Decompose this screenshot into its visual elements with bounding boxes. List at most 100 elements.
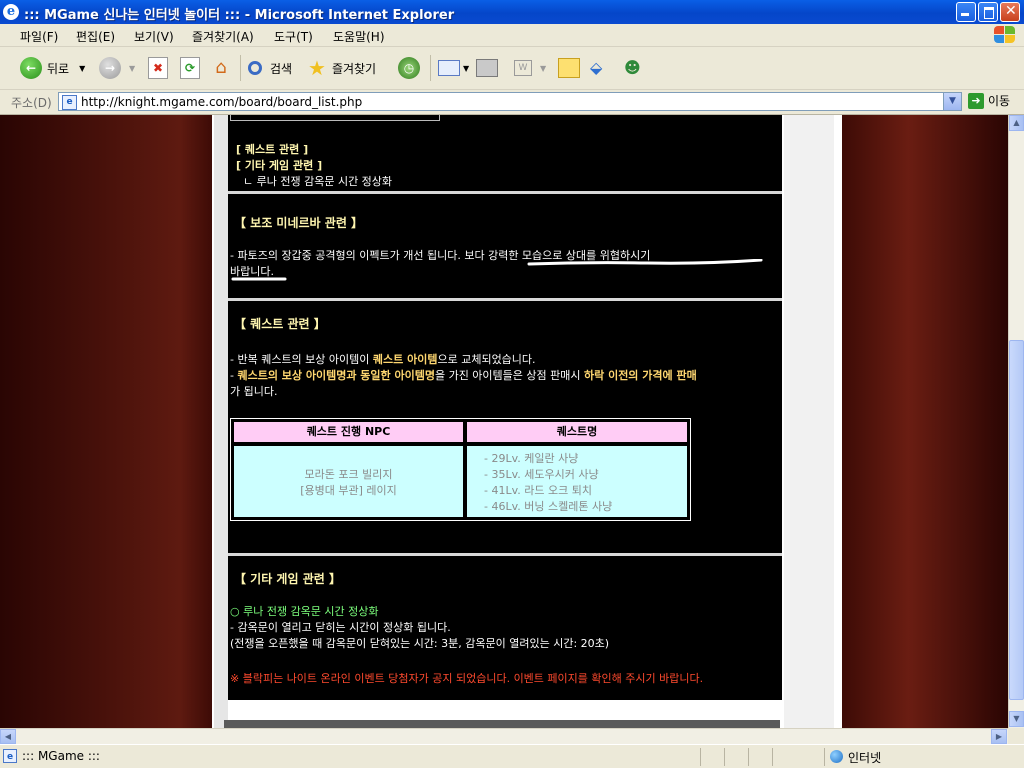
menu-help[interactable]: 도움말(H) (333, 28, 385, 45)
menu-view[interactable]: 보기(V) (134, 28, 174, 45)
home-button[interactable]: ⌂ (210, 57, 232, 79)
go-button[interactable]: ➜ 이동 (968, 92, 1010, 109)
messenger-button[interactable]: ☻ (624, 57, 646, 79)
toc-box-frame (230, 115, 440, 121)
messenger-icon: ☻ (624, 58, 641, 77)
menu-tools[interactable]: 도구(T) (274, 28, 313, 45)
back-dropdown-icon[interactable]: ▼ (79, 64, 85, 73)
menu-favorites[interactable]: 즐겨찾기(A) (192, 28, 254, 45)
scroll-left-icon[interactable]: ◀ (0, 729, 16, 744)
close-button[interactable]: ✕ (1000, 2, 1020, 22)
toc-quest-link[interactable]: [ 퀘스트 관련 ] (236, 141, 308, 157)
menu-bar: 파일(F) 편집(E) 보기(V) 즐겨찾기(A) 도구(T) 도움말(H) (0, 24, 1024, 47)
scroll-up-icon[interactable]: ▲ (1009, 115, 1024, 131)
etc-line2: (전쟁을 오픈했을 때 감옥문이 닫혀있는 시간: 3분, 감옥문이 열려있는 … (230, 637, 610, 650)
maximize-button[interactable] (978, 2, 998, 22)
edit-icon: W (514, 60, 532, 76)
search-button[interactable]: 검색 (248, 57, 292, 79)
scroll-down-icon[interactable]: ▼ (1009, 711, 1024, 727)
title-bar: e ::: MGame 신나는 인터넷 놀이터 ::: - Microsoft … (0, 0, 1024, 24)
quest-item: - 35Lv. 세도우시커 사냥 (484, 468, 599, 481)
favorites-label: 즐겨찾기 (331, 61, 377, 76)
discuss-button[interactable] (558, 57, 580, 79)
favorites-button[interactable]: ★ 즐겨찾기 (308, 57, 376, 79)
close-icon: ✕ (1005, 3, 1017, 19)
vertical-scrollbar[interactable]: ▲ ▼ (1008, 115, 1024, 728)
page-status-icon: e (3, 749, 17, 763)
npc-name: [용병대 부관] 레이지 (300, 484, 397, 497)
toc-etc-sub: ㄴ 루나 전쟁 감옥문 시간 정상화 (243, 175, 393, 188)
refresh-icon: ⟳ (180, 57, 200, 79)
forward-button[interactable]: → ▼ (99, 57, 135, 79)
status-bar: e ::: MGame ::: 인터넷 (0, 744, 1024, 768)
scroll-right-icon[interactable]: ▶ (991, 729, 1007, 744)
print-button[interactable] (476, 57, 498, 79)
window-title: ::: MGame 신나는 인터넷 놀이터 ::: - Microsoft In… (24, 8, 455, 23)
forward-dropdown-icon[interactable]: ▼ (129, 64, 135, 73)
globe-icon (830, 750, 843, 763)
windows-logo-icon (992, 26, 1016, 44)
minerva-heading: 【 보조 미네르바 관련 】 (234, 216, 364, 230)
home-icon: ⌂ (215, 57, 227, 78)
mail-icon (438, 60, 460, 76)
stop-icon: ✖ (148, 57, 168, 79)
npc-location: 모라돈 포크 빌리지 (304, 468, 393, 481)
quest-table: 퀘스트 진행 NPC 퀘스트명 모라돈 포크 빌리지 [용병대 부관] 레이지 … (230, 418, 691, 521)
etc-heading: 【 기타 게임 관련 】 (234, 572, 341, 586)
etc-item: ○ 루나 전쟁 감옥문 시간 정상화 (230, 605, 379, 618)
history-icon: ◷ (398, 57, 420, 79)
section-divider (228, 298, 782, 301)
address-input[interactable]: e http://knight.mgame.com/board/board_li… (58, 92, 962, 111)
minimize-icon (961, 13, 969, 16)
quest-item: - 46Lv. 버닝 스켈레톤 사냥 (484, 500, 613, 513)
quest-heading: 【 퀘스트 관련 】 (234, 317, 326, 331)
right-background (842, 115, 1008, 728)
history-button[interactable]: ◷ (398, 57, 420, 79)
research-icon: ⬙ (590, 58, 603, 77)
research-button[interactable]: ⬙ (590, 57, 610, 79)
go-label: 이동 (988, 94, 1011, 108)
table-header-npc: 퀘스트 진행 NPC (234, 422, 463, 442)
back-arrow-icon: ← (20, 57, 42, 79)
edit-button[interactable]: W ▼ (514, 57, 546, 79)
ie-logo-icon[interactable]: e (3, 4, 19, 20)
back-label: 뒤로 (47, 61, 70, 76)
page-viewport[interactable]: [ 퀘스트 관련 ] [ 기타 게임 관련 ] ㄴ 루나 전쟁 감옥문 시간 정… (0, 115, 1008, 728)
restore-icon (984, 7, 994, 19)
left-background (0, 115, 212, 728)
stop-button[interactable]: ✖ (148, 57, 168, 79)
table-cell-npc: 모라돈 포크 빌리지 [용병대 부관] 레이지 (234, 446, 463, 517)
address-label: 주소(D) (11, 96, 52, 110)
event-notice: ※ 블락피는 나이트 온라인 이벤트 당첨자가 공지 되었습니다. 이벤트 페이… (230, 672, 704, 685)
address-dropdown-icon[interactable]: ▼ (943, 93, 961, 110)
security-zone: 인터넷 (848, 751, 882, 765)
quest-line3: 가 됩니다. (230, 385, 278, 398)
etc-line1: - 감옥문이 열리고 닫히는 시간이 정상화 됩니다. (230, 621, 451, 634)
edit-dropdown-icon[interactable]: ▼ (540, 64, 546, 73)
quest-line2: - 퀘스트의 보상 아이템명과 동일한 아이템명을 가진 아이템들은 상점 판매… (230, 369, 697, 382)
address-url[interactable]: http://knight.mgame.com/board/board_list… (81, 95, 362, 109)
mail-button[interactable]: ▼ (438, 57, 469, 79)
back-button[interactable]: ← 뒤로 ▼ (20, 57, 85, 79)
toolbar: ← 뒤로 ▼ → ▼ ✖ ⟳ ⌂ 검색 ★ 즐겨찾기 ◷ ▼ W ▼ ⬙ ☻ (0, 47, 1024, 90)
page-icon: e (62, 95, 77, 110)
go-arrow-icon: ➜ (968, 92, 984, 109)
refresh-button[interactable]: ⟳ (180, 57, 200, 79)
quest-line1: - 반복 퀘스트의 보상 아이템이 퀘스트 아이템으로 교체되었습니다. (230, 353, 536, 366)
scroll-thumb[interactable] (1009, 340, 1024, 700)
quest-item: - 41Lv. 라드 오크 퇴치 (484, 484, 592, 497)
mail-dropdown-icon[interactable]: ▼ (463, 64, 469, 73)
highlight-underline-2 (231, 277, 287, 281)
minimize-button[interactable] (956, 2, 976, 22)
quest-item: - 29Lv. 케일란 사냥 (484, 452, 579, 465)
menu-file[interactable]: 파일(F) (20, 28, 58, 45)
highlight-underline (527, 259, 763, 266)
search-label: 검색 (270, 61, 293, 76)
horizontal-scrollbar[interactable]: ◀ ▶ (0, 728, 1008, 744)
menu-edit[interactable]: 편집(E) (76, 28, 115, 45)
address-bar: 주소(D) e http://knight.mgame.com/board/bo… (0, 90, 1024, 115)
printer-icon (476, 59, 498, 77)
star-icon: ★ (308, 56, 326, 80)
toc-etc-link[interactable]: [ 기타 게임 관련 ] (236, 157, 322, 173)
page-bottom-bar (224, 720, 780, 728)
